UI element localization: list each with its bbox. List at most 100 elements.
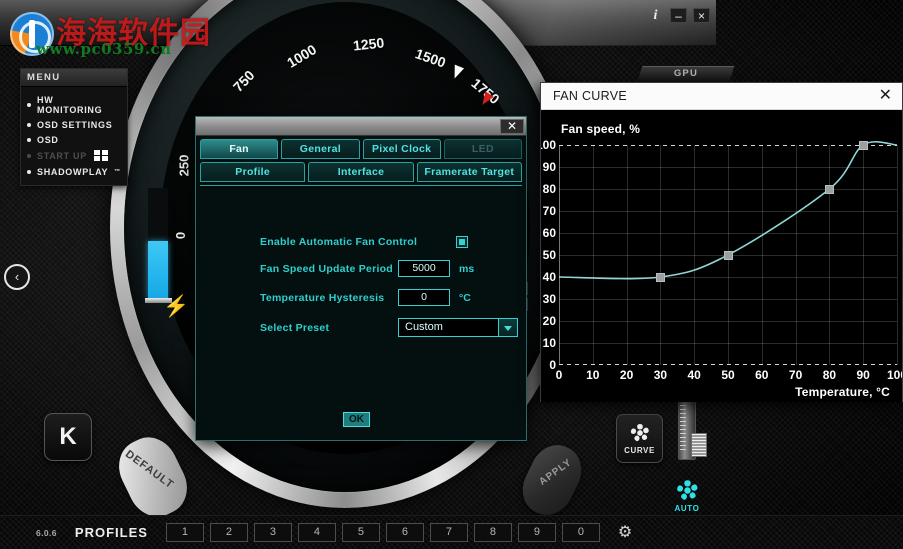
minimize-button[interactable]: – — [670, 8, 687, 23]
profile-button-6[interactable]: 6 — [385, 523, 424, 542]
fan-icon — [630, 424, 649, 442]
chart-gridline-v — [863, 145, 865, 365]
tab-profile[interactable]: Profile — [200, 162, 306, 182]
close-button[interactable]: × — [693, 8, 710, 23]
chart-gridline-v — [761, 145, 763, 365]
chart-gridline-v — [694, 145, 696, 365]
chart-x-tick-20: 20 — [619, 368, 634, 382]
menu-item-label: OSD — [37, 134, 59, 145]
chart-gridline-v — [829, 145, 831, 365]
tab-framerate-target[interactable]: Framerate Target — [416, 162, 522, 182]
tab-pixel-clock[interactable]: Pixel Clock — [362, 139, 441, 159]
chart-x-tick-80: 80 — [822, 368, 837, 382]
chart-y-tick-80: 80 — [542, 182, 556, 196]
fan-speed-slider[interactable] — [676, 398, 707, 460]
chevron-down-icon — [498, 319, 517, 336]
chart-gridline-v — [897, 145, 898, 365]
fan-curve-node-1[interactable] — [723, 250, 733, 260]
chart-x-tick-90: 90 — [856, 368, 870, 382]
menu-item-label: OSD SETTINGS — [37, 119, 113, 130]
lightning-bolt-icon: ⚡ — [163, 295, 190, 318]
default-button-label: DEFAULT — [122, 448, 177, 492]
menu-item-osd[interactable]: OSD — [21, 132, 127, 147]
update-period-unit: ms — [459, 262, 475, 275]
fan-curve-title: FAN CURVE — [553, 89, 628, 103]
sub-gauge-label-0: 0 — [173, 231, 189, 240]
auto-fan-button[interactable]: AUTO — [670, 478, 704, 514]
gpu-tab[interactable]: GPU — [637, 66, 735, 81]
row-update-period: Fan Speed Update Period 5000 ms — [196, 260, 526, 277]
chart-gridline-v — [795, 145, 797, 365]
chart-gridline-v — [660, 145, 662, 365]
profile-button-8[interactable]: 8 — [473, 523, 512, 542]
fan-icon — [676, 480, 697, 500]
chart-y-axis — [559, 145, 560, 365]
chart-y-tick-20: 20 — [542, 314, 556, 328]
profile-button-7[interactable]: 7 — [429, 523, 468, 542]
profile-button-5[interactable]: 5 — [341, 523, 380, 542]
apply-button-label: APPLY — [537, 456, 575, 488]
enable-auto-fan-checkbox[interactable] — [456, 236, 468, 248]
chart-gridline-v — [592, 145, 594, 365]
tab-led: LED — [443, 139, 522, 159]
fan-curve-window: FAN CURVE ✕ Fan speed, % 0 10 20 30 40 50 60 70… — [540, 82, 903, 402]
chart-dashed-bot — [559, 364, 897, 365]
menu-item-hw-monitoring[interactable]: HW MONITORING — [21, 92, 127, 117]
settings-dialog-title-bar: ✕ — [196, 117, 526, 136]
sub-gauge-fill — [148, 241, 168, 298]
sub-gauge-label-250: 250 — [176, 154, 192, 177]
previous-page-button[interactable]: ‹ — [4, 264, 30, 290]
chart-dashed-top — [559, 145, 897, 146]
settings-dialog-tabs: Fan General Pixel Clock LED Profile Inte… — [196, 136, 526, 182]
settings-dialog: ✕ Fan General Pixel Clock LED Profile In… — [195, 116, 527, 441]
hysteresis-input[interactable]: 0 — [398, 289, 450, 306]
select-preset-value: Custom — [405, 321, 443, 333]
gauge-tick-label-1250: 1250 — [352, 34, 385, 54]
chart-y-tick-60: 60 — [542, 226, 556, 240]
fan-curve-close-icon[interactable]: ✕ — [879, 88, 892, 104]
settings-dialog-body: Enable Automatic Fan Control Fan Speed U… — [196, 186, 526, 437]
update-period-label: Fan Speed Update Period — [260, 262, 393, 275]
hysteresis-label: Temperature Hysteresis — [260, 291, 385, 304]
gpu-tab-label: GPU — [673, 68, 698, 79]
auto-button-label: AUTO — [674, 504, 700, 513]
chart-x-tick-70: 70 — [788, 368, 803, 382]
chart-y-tick-30: 30 — [542, 292, 556, 306]
info-icon[interactable]: i — [647, 8, 664, 23]
profile-button-0[interactable]: 0 — [561, 523, 600, 542]
slider-ticks — [680, 401, 686, 453]
enable-auto-fan-label: Enable Automatic Fan Control — [260, 236, 418, 248]
profile-button-9[interactable]: 9 — [517, 523, 556, 542]
update-period-input[interactable]: 5000 — [398, 260, 450, 277]
profile-button-3[interactable]: 3 — [253, 523, 292, 542]
curve-button[interactable]: CURVE — [616, 414, 663, 463]
fan-curve-title-bar: FAN CURVE ✕ — [541, 83, 902, 110]
slider-knob[interactable] — [691, 433, 707, 457]
chart-x-tick-100: 100 — [886, 368, 902, 382]
fan-curve-node-3[interactable] — [858, 140, 868, 150]
gear-icon[interactable]: ⚙ — [618, 524, 632, 541]
menu-item-label: START UP — [37, 150, 87, 161]
menu-item-osd-settings[interactable]: OSD SETTINGS — [21, 117, 127, 132]
ok-button[interactable]: OK — [343, 412, 370, 427]
bullet-icon — [27, 169, 31, 174]
profile-button-2[interactable]: 2 — [209, 523, 248, 542]
kboost-button[interactable]: K — [44, 413, 92, 461]
fan-curve-node-0[interactable] — [655, 272, 665, 282]
fan-curve-plot[interactable]: 0102030405060708090100010203040506070809… — [541, 138, 902, 382]
select-preset-dropdown[interactable]: Custom — [398, 318, 518, 337]
settings-dialog-close-button[interactable]: ✕ — [500, 119, 524, 134]
menu-item-label: SHADOWPLAY — [37, 166, 109, 177]
tab-fan[interactable]: Fan — [200, 139, 279, 159]
fan-curve-node-2[interactable] — [824, 184, 834, 194]
chart-x-tick-40: 40 — [687, 368, 701, 382]
tab-row-secondary: Profile Interface Framerate Target — [200, 162, 522, 182]
menu-list: HW MONITORING OSD SETTINGS OSD START UP … — [21, 87, 127, 185]
profile-button-4[interactable]: 4 — [297, 523, 336, 542]
app-root: 750 1000 1250 1500 1750 250 0 ⚡ 2250 i –… — [0, 0, 903, 549]
tab-general[interactable]: General — [281, 139, 360, 159]
menu-item-shadowplay[interactable]: SHADOWPLAY ™ — [21, 164, 127, 179]
chart-x-tick-0: 0 — [555, 368, 563, 382]
tab-interface[interactable]: Interface — [308, 162, 414, 182]
profile-button-1[interactable]: 1 — [165, 523, 204, 542]
